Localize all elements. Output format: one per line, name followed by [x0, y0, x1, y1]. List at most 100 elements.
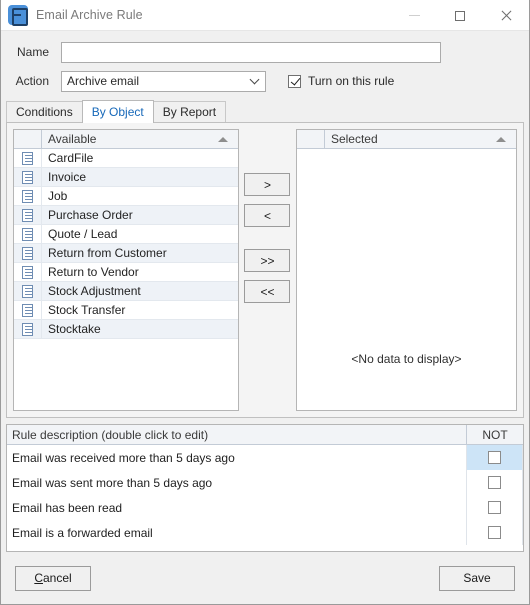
- rule-not-column-header[interactable]: NOT: [467, 425, 523, 444]
- tab-strip: Conditions By Object By Report: [6, 100, 529, 123]
- name-row: Name: [1, 39, 529, 65]
- rule-not-cell[interactable]: [467, 470, 523, 495]
- window-controls: [391, 0, 529, 31]
- action-row: Action Archive email Turn on this rule: [1, 68, 529, 94]
- rule-not-checkbox[interactable]: [488, 451, 501, 464]
- available-grid-header: Available: [14, 130, 238, 149]
- available-list-item-label: Return to Vendor: [48, 265, 139, 279]
- selected-grid-header: Selected: [296, 130, 516, 149]
- document-icon: [22, 265, 33, 279]
- available-list-item[interactable]: Quote / Lead: [14, 224, 238, 244]
- action-select[interactable]: Archive email: [61, 70, 266, 92]
- minimize-icon: [408, 15, 420, 16]
- move-right-button[interactable]: >: [244, 173, 291, 196]
- cancel-button[interactable]: Cancel: [15, 565, 91, 591]
- save-button[interactable]: Save: [439, 565, 515, 591]
- row-icon-cell: [14, 262, 42, 282]
- rule-row[interactable]: Email was sent more than 5 days ago: [7, 470, 523, 495]
- row-icon-cell: [14, 205, 42, 225]
- selected-empty-message: <No data to display>: [351, 352, 462, 366]
- minimize-button[interactable]: [391, 0, 437, 31]
- available-grid[interactable]: Available CardFile Invoice Job Purchase Ord…: [13, 129, 239, 411]
- tab-by-object[interactable]: By Object: [81, 100, 154, 123]
- available-list-item[interactable]: Stock Adjustment: [14, 281, 238, 301]
- by-object-tab-panel: Available CardFile Invoice Job Purchase Ord…: [6, 122, 524, 418]
- tab-conditions[interactable]: Conditions: [6, 101, 83, 122]
- row-icon-cell: [14, 281, 42, 301]
- move-all-left-button[interactable]: <<: [244, 280, 291, 303]
- available-list-item-label: Stocktake: [48, 322, 101, 336]
- action-select-value: Archive email: [67, 74, 140, 88]
- row-icon-cell: [14, 167, 42, 187]
- rule-row[interactable]: Email is a forwarded email: [7, 520, 523, 545]
- transfer-button-column: > < >> <<: [239, 123, 296, 417]
- document-icon: [22, 284, 33, 298]
- cancel-accelerator: C: [34, 571, 43, 585]
- rule-not-checkbox[interactable]: [488, 526, 501, 539]
- document-icon: [22, 151, 33, 165]
- rule-row-list: Email was received more than 5 days ago E…: [7, 445, 523, 545]
- action-label: Action: [15, 74, 49, 88]
- selected-column-header[interactable]: Selected: [325, 130, 516, 148]
- available-list-item[interactable]: Return from Customer: [14, 243, 238, 263]
- rule-not-cell[interactable]: [467, 445, 523, 470]
- turn-on-rule-checkbox-row[interactable]: Turn on this rule: [288, 74, 394, 88]
- available-list-item-label: Stock Transfer: [48, 303, 126, 317]
- dialog-footer: Cancel Save: [1, 552, 529, 604]
- rule-row[interactable]: Email has been read: [7, 495, 523, 520]
- rule-not-checkbox[interactable]: [488, 476, 501, 489]
- row-icon-cell: [14, 319, 42, 339]
- rule-description-column-header[interactable]: Rule description (double click to edit): [7, 425, 467, 444]
- window-title: Email Archive Rule: [36, 8, 143, 22]
- available-column-header[interactable]: Available: [42, 130, 238, 148]
- rule-not-checkbox[interactable]: [488, 501, 501, 514]
- available-list-item-label: Return from Customer: [48, 246, 167, 260]
- rule-description-grid: Rule description (double click to edit) …: [6, 424, 524, 552]
- rule-description-cell[interactable]: Email is a forwarded email: [7, 520, 467, 545]
- available-list-item-label: CardFile: [48, 151, 94, 165]
- row-icon-cell: [14, 149, 42, 168]
- available-list-item[interactable]: Job: [14, 186, 238, 206]
- available-list-item[interactable]: CardFile: [14, 149, 238, 168]
- available-row-list: CardFile Invoice Job Purchase Order Quote / …: [14, 149, 238, 410]
- rule-not-cell[interactable]: [467, 520, 523, 545]
- name-input[interactable]: [61, 41, 441, 63]
- available-list-item[interactable]: Invoice: [14, 167, 238, 187]
- tab-by-report[interactable]: By Report: [152, 101, 227, 122]
- move-all-right-button[interactable]: >>: [244, 249, 291, 272]
- available-list-item[interactable]: Stocktake: [14, 319, 238, 339]
- selected-row-list: [297, 149, 516, 410]
- row-icon-cell: [14, 300, 42, 320]
- selected-grid[interactable]: Selected <No data to display>: [295, 129, 517, 411]
- available-list-item[interactable]: Stock Transfer: [14, 300, 238, 320]
- move-left-button[interactable]: <: [244, 204, 291, 227]
- sort-ascending-icon: [217, 137, 228, 142]
- rule-not-cell[interactable]: [467, 495, 523, 520]
- turn-on-rule-checkbox[interactable]: [288, 74, 301, 88]
- title-bar: Email Archive Rule: [1, 0, 529, 31]
- available-icon-column-header: [14, 130, 42, 148]
- selected-column-header-label: Selected: [330, 132, 378, 146]
- rule-description-cell[interactable]: Email has been read: [7, 495, 467, 520]
- document-icon: [22, 322, 33, 336]
- document-icon: [22, 227, 33, 241]
- available-list-item-label: Stock Adjustment: [48, 284, 141, 298]
- available-list-item[interactable]: Return to Vendor: [14, 262, 238, 282]
- rule-row[interactable]: Email was received more than 5 days ago: [7, 445, 523, 470]
- row-icon-cell: [14, 186, 42, 206]
- document-icon: [22, 208, 33, 222]
- sort-ascending-icon: [496, 137, 506, 142]
- document-icon: [22, 303, 33, 317]
- maximize-button[interactable]: [437, 0, 483, 31]
- turn-on-rule-label: Turn on this rule: [308, 74, 395, 88]
- rule-description-cell[interactable]: Email was sent more than 5 days ago: [7, 470, 467, 495]
- available-list-item-label: Purchase Order: [48, 208, 133, 222]
- document-icon: [22, 170, 33, 184]
- selected-icon-column-header: [297, 130, 325, 148]
- rule-description-cell[interactable]: Email was received more than 5 days ago: [7, 445, 467, 470]
- email-rule-icon: [8, 5, 28, 26]
- close-button[interactable]: [483, 0, 529, 31]
- available-list-item[interactable]: Purchase Order: [14, 205, 238, 225]
- row-icon-cell: [14, 243, 42, 263]
- close-icon: [500, 10, 512, 22]
